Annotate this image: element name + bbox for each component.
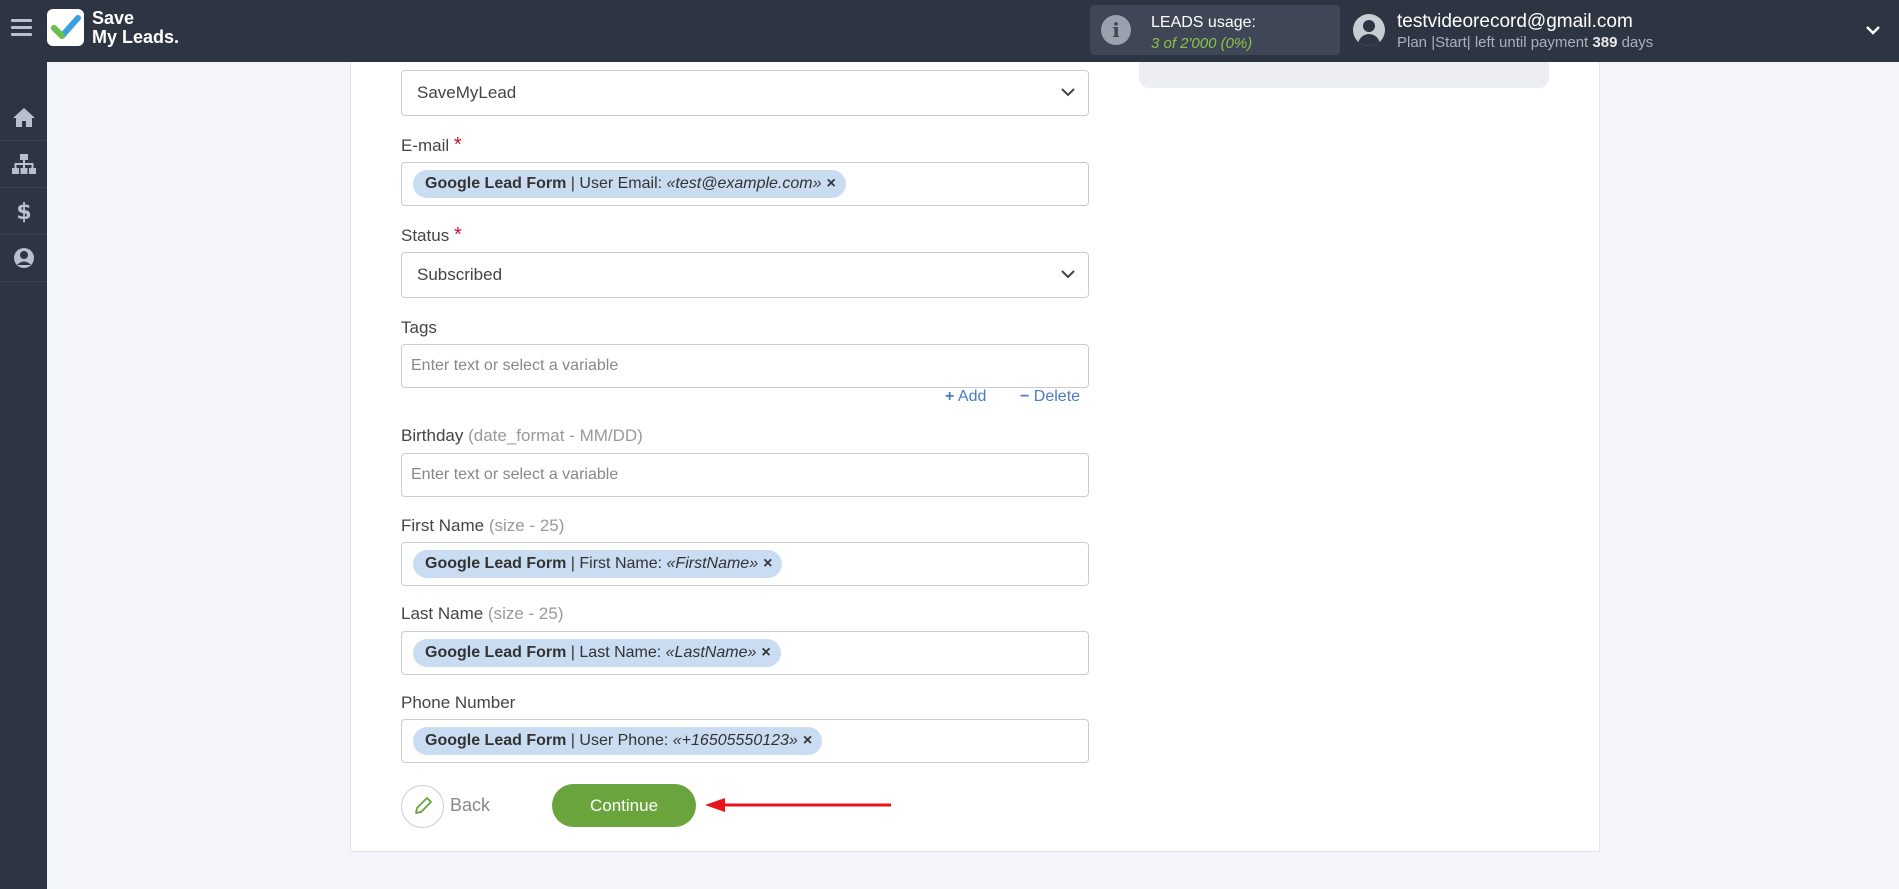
required-marker: * bbox=[453, 224, 462, 246]
back-label[interactable]: Back bbox=[450, 795, 490, 816]
status-label-text: Status bbox=[401, 226, 450, 245]
continue-button[interactable]: Continue bbox=[552, 784, 696, 827]
email-variable-tag[interactable]: Google Lead Form | User Email: «test@exa… bbox=[413, 170, 846, 198]
birthday-placeholder: Enter text or select a variable bbox=[411, 466, 619, 483]
last-name-hint: (size - 25) bbox=[483, 604, 564, 623]
logo-line-2: My Leads. bbox=[92, 27, 180, 47]
birthday-label: Birthday (date_format - MM/DD) bbox=[401, 426, 643, 446]
tag-field: | User Phone: bbox=[566, 732, 673, 749]
sidebar: $ bbox=[0, 62, 47, 889]
tags-label: Tags bbox=[401, 318, 437, 337]
back-button[interactable] bbox=[401, 785, 444, 828]
sidebar-item-home[interactable] bbox=[0, 94, 47, 141]
sidebar-item-account[interactable] bbox=[0, 235, 47, 282]
logo-text[interactable]: Save My Leads. bbox=[92, 9, 179, 47]
tag-remove-icon[interactable]: × bbox=[803, 732, 812, 749]
tag-remove-icon[interactable]: × bbox=[827, 175, 836, 192]
first-name-hint: (size - 25) bbox=[484, 516, 565, 535]
status-select-value: Subscribed bbox=[417, 265, 503, 284]
sidebar-item-connections[interactable] bbox=[0, 141, 47, 188]
chevron-down-icon bbox=[1061, 270, 1075, 279]
chevron-down-icon bbox=[1061, 88, 1075, 97]
required-marker: * bbox=[453, 134, 462, 156]
first-name-variable-tag[interactable]: Google Lead Form | First Name: «FirstNam… bbox=[413, 550, 783, 578]
tag-source: Google Lead Form bbox=[425, 555, 567, 572]
birthday-hint: (date_format - MM/DD) bbox=[463, 426, 643, 445]
plan-suffix: days bbox=[1617, 34, 1654, 51]
add-label: Add bbox=[957, 388, 987, 405]
pencil-icon bbox=[415, 797, 432, 814]
sidebar-item-billing[interactable]: $ bbox=[0, 188, 47, 235]
plus-icon: + bbox=[945, 388, 955, 405]
last-name-field[interactable]: Google Lead Form | Last Name: «LastName»… bbox=[401, 631, 1089, 675]
status-select[interactable]: Subscribed bbox=[401, 252, 1089, 298]
tag-remove-icon[interactable]: × bbox=[761, 644, 770, 661]
email-label: E-mail * bbox=[401, 134, 462, 157]
delete-label: Delete bbox=[1033, 388, 1081, 405]
user-email[interactable]: testvideorecord@gmail.com bbox=[1397, 11, 1633, 33]
user-avatar-icon[interactable] bbox=[1353, 14, 1385, 46]
red-arrow-annotation bbox=[705, 798, 891, 812]
list-select[interactable]: SaveMyLead bbox=[401, 70, 1089, 116]
tag-source: Google Lead Form bbox=[425, 732, 567, 749]
leads-usage-panel: i LEADS usage: 3 of 2'000 (0%) bbox=[1090, 5, 1340, 55]
list-select-value: SaveMyLead bbox=[417, 83, 517, 102]
account-chevron-down-icon[interactable] bbox=[1866, 23, 1880, 37]
delete-tag-button[interactable]: − Delete bbox=[1020, 388, 1080, 406]
last-name-variable-tag[interactable]: Google Lead Form | Last Name: «LastName»… bbox=[413, 639, 781, 667]
first-name-field[interactable]: Google Lead Form | First Name: «FirstNam… bbox=[401, 542, 1089, 586]
tag-remove-icon[interactable]: × bbox=[763, 555, 772, 572]
home-icon bbox=[12, 108, 35, 127]
tag-value: «+16505550123» bbox=[672, 732, 798, 749]
dollar-icon: $ bbox=[16, 200, 31, 223]
tag-value: «LastName» bbox=[665, 644, 757, 661]
birthday-input[interactable]: Enter text or select a variable bbox=[401, 453, 1089, 497]
tag-source: Google Lead Form bbox=[425, 175, 567, 192]
birthday-label-text: Birthday bbox=[401, 426, 464, 445]
top-bar: Save My Leads. i LEADS usage: 3 of 2'000… bbox=[0, 0, 1899, 62]
leads-usage-value: 3 of 2'000 (0%) bbox=[1151, 35, 1253, 52]
tags-input[interactable]: Enter text or select a variable bbox=[401, 344, 1089, 388]
user-circle-icon bbox=[13, 248, 34, 268]
plan-days: 389 bbox=[1592, 34, 1618, 51]
leads-usage-title: LEADS usage: bbox=[1151, 14, 1256, 31]
last-name-label: Last Name (size - 25) bbox=[401, 604, 564, 624]
add-tag-button[interactable]: + Add bbox=[945, 388, 986, 406]
tag-source: Google Lead Form bbox=[425, 644, 567, 661]
minus-icon: − bbox=[1020, 388, 1030, 405]
svg-text:$: $ bbox=[16, 200, 31, 223]
phone-field[interactable]: Google Lead Form | User Phone: «+1650555… bbox=[401, 719, 1089, 763]
status-label: Status * bbox=[401, 224, 462, 247]
logo-icon[interactable] bbox=[47, 9, 84, 46]
info-panel bbox=[1139, 62, 1549, 88]
tag-field: | First Name: bbox=[566, 555, 667, 572]
plan-info: Plan |Start| left until payment 389 days bbox=[1397, 34, 1653, 51]
menu-icon[interactable] bbox=[11, 19, 32, 37]
first-name-label: First Name (size - 25) bbox=[401, 516, 564, 536]
plan-prefix: Plan |Start| left until payment bbox=[1397, 34, 1593, 51]
logo-line-1: Save bbox=[92, 8, 135, 28]
sitemap-icon bbox=[11, 154, 36, 174]
email-field[interactable]: Google Lead Form | User Email: «test@exa… bbox=[401, 162, 1089, 206]
tag-value: «FirstName» bbox=[666, 555, 759, 572]
email-label-text: E-mail bbox=[401, 136, 450, 155]
phone-variable-tag[interactable]: Google Lead Form | User Phone: «+1650555… bbox=[413, 727, 823, 755]
tags-placeholder: Enter text or select a variable bbox=[411, 357, 619, 374]
tag-field: | User Email: bbox=[566, 175, 667, 192]
info-icon: i bbox=[1101, 15, 1131, 45]
tag-field: | Last Name: bbox=[566, 644, 666, 661]
last-name-label-text: Last Name bbox=[401, 604, 484, 623]
tag-value: «test@example.com» bbox=[666, 175, 822, 192]
phone-label: Phone Number bbox=[401, 693, 516, 712]
first-name-label-text: First Name bbox=[401, 516, 485, 535]
